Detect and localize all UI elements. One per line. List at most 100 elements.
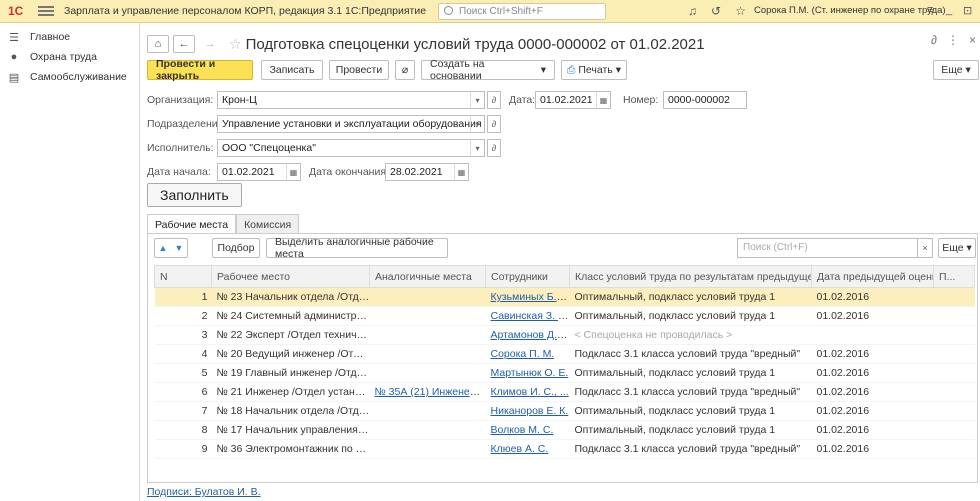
workplace-cell[interactable]: № 19 Главный инженер /Отдел ...: [211, 363, 370, 383]
column-header[interactable]: Аналогичные места: [369, 265, 486, 288]
restore-icon[interactable]: ⊡: [963, 4, 972, 17]
more-button[interactable]: Еще ▾: [933, 60, 979, 80]
table-row[interactable]: 6 № 21 Инженер /Отдел установк... № 35А …: [154, 382, 975, 402]
extra-cell[interactable]: [933, 401, 975, 421]
tab-commission[interactable]: Комиссия: [236, 214, 300, 234]
post-and-close-button[interactable]: Провести и закрыть: [147, 58, 253, 82]
workplace-cell[interactable]: № 20 Ведущий инженер /Отде...: [211, 344, 370, 364]
back-button[interactable]: ←: [173, 35, 195, 53]
workplace-cell[interactable]: № 22 Эксперт /Отдел техничес...: [211, 325, 370, 345]
date-cell[interactable]: 01.02.2016: [811, 401, 934, 421]
date-field[interactable]: 01.02.2021 ▦: [535, 91, 611, 109]
workplace-cell[interactable]: № 17 Начальник управления /У...: [211, 420, 370, 440]
table-row[interactable]: 4 № 20 Ведущий инженер /Отде... Сорока П…: [154, 344, 975, 364]
calendar-icon[interactable]: ▦: [454, 164, 468, 180]
employee-cell[interactable]: Клюев А. С.: [485, 439, 570, 459]
similar-places-cell[interactable]: [369, 306, 486, 326]
link-icon[interactable]: ∂: [931, 33, 937, 47]
table-more-button[interactable]: Еще ▾: [938, 238, 976, 258]
department-field[interactable]: Управление установки и эксплуатации обор…: [217, 115, 485, 133]
employee-cell[interactable]: Сорока П. М.: [485, 344, 570, 364]
clear-search-icon[interactable]: ×: [917, 238, 933, 258]
print-button[interactable]: ⎙ Печать ▾: [561, 60, 627, 80]
table-row[interactable]: 9 № 36 Электромонтажник по акк... Клюев …: [154, 439, 975, 459]
employee-cell[interactable]: Савинская З. Ю.: [485, 306, 570, 326]
date-cell[interactable]: 01.02.2016: [811, 439, 934, 459]
extra-cell[interactable]: [933, 287, 975, 307]
forward-button[interactable]: →: [199, 35, 221, 53]
global-search-input[interactable]: Поиск Ctrl+Shift+F: [438, 3, 606, 20]
save-button[interactable]: Записать: [261, 60, 323, 80]
extra-cell[interactable]: [933, 325, 975, 345]
table-row[interactable]: 5 № 19 Главный инженер /Отдел ... Мартын…: [154, 363, 975, 383]
date-cell[interactable]: 01.02.2016: [811, 287, 934, 307]
table-row[interactable]: 7 № 18 Начальник отдела /Отдел... Никано…: [154, 401, 975, 421]
similar-places-cell[interactable]: [369, 344, 486, 364]
number-field[interactable]: 0000-000002: [663, 91, 747, 109]
employee-link[interactable]: Мартынюк О. Е.: [491, 367, 569, 379]
tab-workplaces[interactable]: Рабочие места: [147, 214, 237, 234]
similar-places-cell[interactable]: [369, 401, 486, 421]
favorite-star-icon[interactable]: ☆: [229, 36, 242, 53]
employee-cell[interactable]: Артамонов Д. С.: [485, 325, 570, 345]
move-up-icon[interactable]: ▲: [159, 243, 168, 253]
extra-cell[interactable]: [933, 420, 975, 440]
class-cell[interactable]: Подкласс 3.1 класса условий труда "вредн…: [569, 382, 812, 402]
employee-link[interactable]: Сорока П. М.: [491, 348, 555, 360]
date-cell[interactable]: 01.02.2016: [811, 382, 934, 402]
workplace-cell[interactable]: № 36 Электромонтажник по акк...: [211, 439, 370, 459]
settings-icon[interactable]: ≡: [927, 4, 933, 16]
similar-places-cell[interactable]: [369, 287, 486, 307]
column-header[interactable]: Дата предыдущей оценки: [811, 265, 934, 288]
table-search-input[interactable]: Поиск (Ctrl+F): [737, 238, 919, 258]
class-cell[interactable]: Оптимальный, подкласс условий труда 1: [569, 363, 812, 383]
employee-cell[interactable]: Волков М. С.: [485, 420, 570, 440]
end-date-field[interactable]: 28.02.2021 ▦: [385, 163, 469, 181]
similar-places-cell[interactable]: [369, 363, 486, 383]
workplace-cell[interactable]: № 21 Инженер /Отдел установк...: [211, 382, 370, 402]
highlight-similar-button[interactable]: Выделить аналогичные рабочие места: [266, 236, 448, 260]
extra-cell[interactable]: [933, 382, 975, 402]
sidebar-item-labor-safety[interactable]: ● Охрана труда: [0, 47, 139, 67]
class-cell[interactable]: Подкласс 3.1 класса условий труда "вредн…: [569, 344, 812, 364]
minimize-icon[interactable]: _: [946, 4, 952, 16]
workplace-cell[interactable]: № 18 Начальник отдела /Отдел...: [211, 401, 370, 421]
favorite-star-icon[interactable]: ☆: [735, 4, 746, 18]
employee-cell[interactable]: Климов И. С., ...: [485, 382, 570, 402]
create-based-on-button[interactable]: Создать на основании ▾: [421, 58, 555, 82]
open-link-icon[interactable]: ∂: [487, 139, 501, 157]
main-menu-icon[interactable]: [38, 6, 54, 16]
current-user[interactable]: Сорока П.М. (Ст. инженер по охране труда…: [754, 5, 946, 16]
employee-link[interactable]: Савинская З. Ю.: [491, 310, 570, 322]
history-icon[interactable]: ↺: [711, 4, 721, 18]
class-cell[interactable]: Оптимальный, подкласс условий труда 1: [569, 420, 812, 440]
move-down-icon[interactable]: ▼: [175, 243, 184, 253]
date-cell[interactable]: 01.02.2016: [811, 363, 934, 383]
table-row[interactable]: 1 № 23 Начальник отдела /Отдел... Кузьми…: [154, 287, 975, 307]
start-date-field[interactable]: 01.02.2021 ▦: [217, 163, 301, 181]
extra-cell[interactable]: [933, 344, 975, 364]
class-cell[interactable]: Оптимальный, подкласс условий труда 1: [569, 401, 812, 421]
class-cell[interactable]: Оптимальный, подкласс условий труда 1: [569, 287, 812, 307]
workplace-cell[interactable]: № 24 Системный администрато...: [211, 306, 370, 326]
open-link-icon[interactable]: ∂: [487, 115, 501, 133]
executor-field[interactable]: ООО "Спецоценка" ▾: [217, 139, 485, 157]
date-cell[interactable]: 01.02.2016: [811, 306, 934, 326]
employee-link[interactable]: Никаноров Е. К.: [491, 405, 569, 417]
employee-cell[interactable]: Кузьминых Б. С.: [485, 287, 570, 307]
column-header[interactable]: N: [154, 265, 212, 288]
attach-icon[interactable]: ⌀: [395, 60, 415, 80]
select-button[interactable]: Подбор: [212, 238, 260, 258]
sidebar-item-self-service[interactable]: ▤ Самообслуживание: [0, 67, 139, 87]
similar-places-cell[interactable]: № 35А (21) Инженер /...: [369, 382, 486, 402]
sidebar-item-main[interactable]: ☰ Главное: [0, 27, 139, 47]
class-cell[interactable]: Подкласс 3.1 класса условий труда "вредн…: [569, 439, 812, 459]
bell-icon[interactable]: ♫: [688, 4, 697, 18]
organization-field[interactable]: Крон-Ц ▾: [217, 91, 485, 109]
date-cell[interactable]: 01.02.2016: [811, 420, 934, 440]
class-cell[interactable]: Оптимальный, подкласс условий труда 1: [569, 306, 812, 326]
extra-cell[interactable]: [933, 439, 975, 459]
fill-button[interactable]: Заполнить: [147, 183, 242, 207]
column-header[interactable]: Рабочее место: [211, 265, 370, 288]
similar-places-cell[interactable]: [369, 420, 486, 440]
